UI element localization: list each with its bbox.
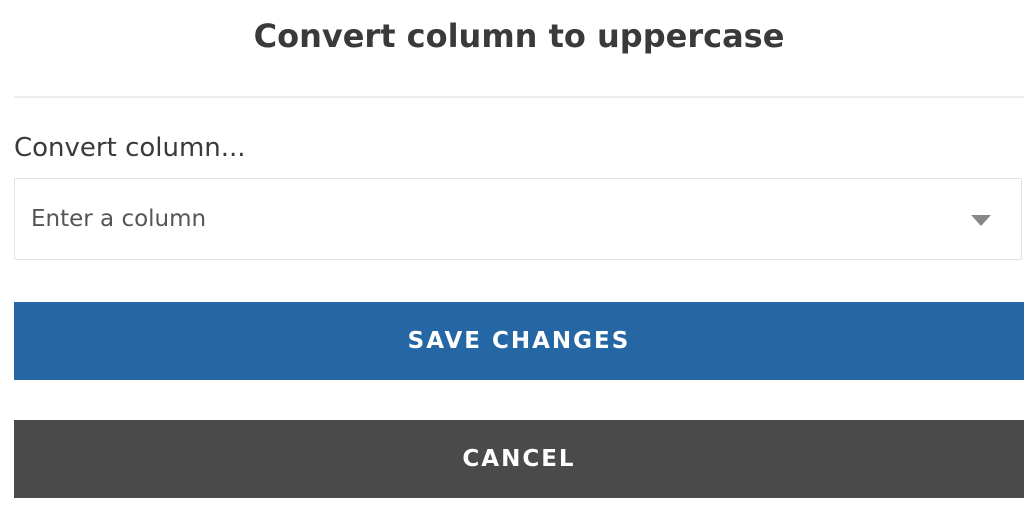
cancel-button[interactable]: CANCEL <box>14 420 1024 498</box>
column-field-label: Convert column... <box>14 133 246 163</box>
title-divider <box>14 96 1024 98</box>
dialog-title: Convert column to uppercase <box>253 17 785 55</box>
save-changes-button[interactable]: SAVE CHANGES <box>14 302 1024 380</box>
column-select-placeholder: Enter a column <box>31 206 207 232</box>
column-select[interactable]: Enter a column <box>14 178 1022 260</box>
chevron-down-icon[interactable] <box>971 215 991 226</box>
